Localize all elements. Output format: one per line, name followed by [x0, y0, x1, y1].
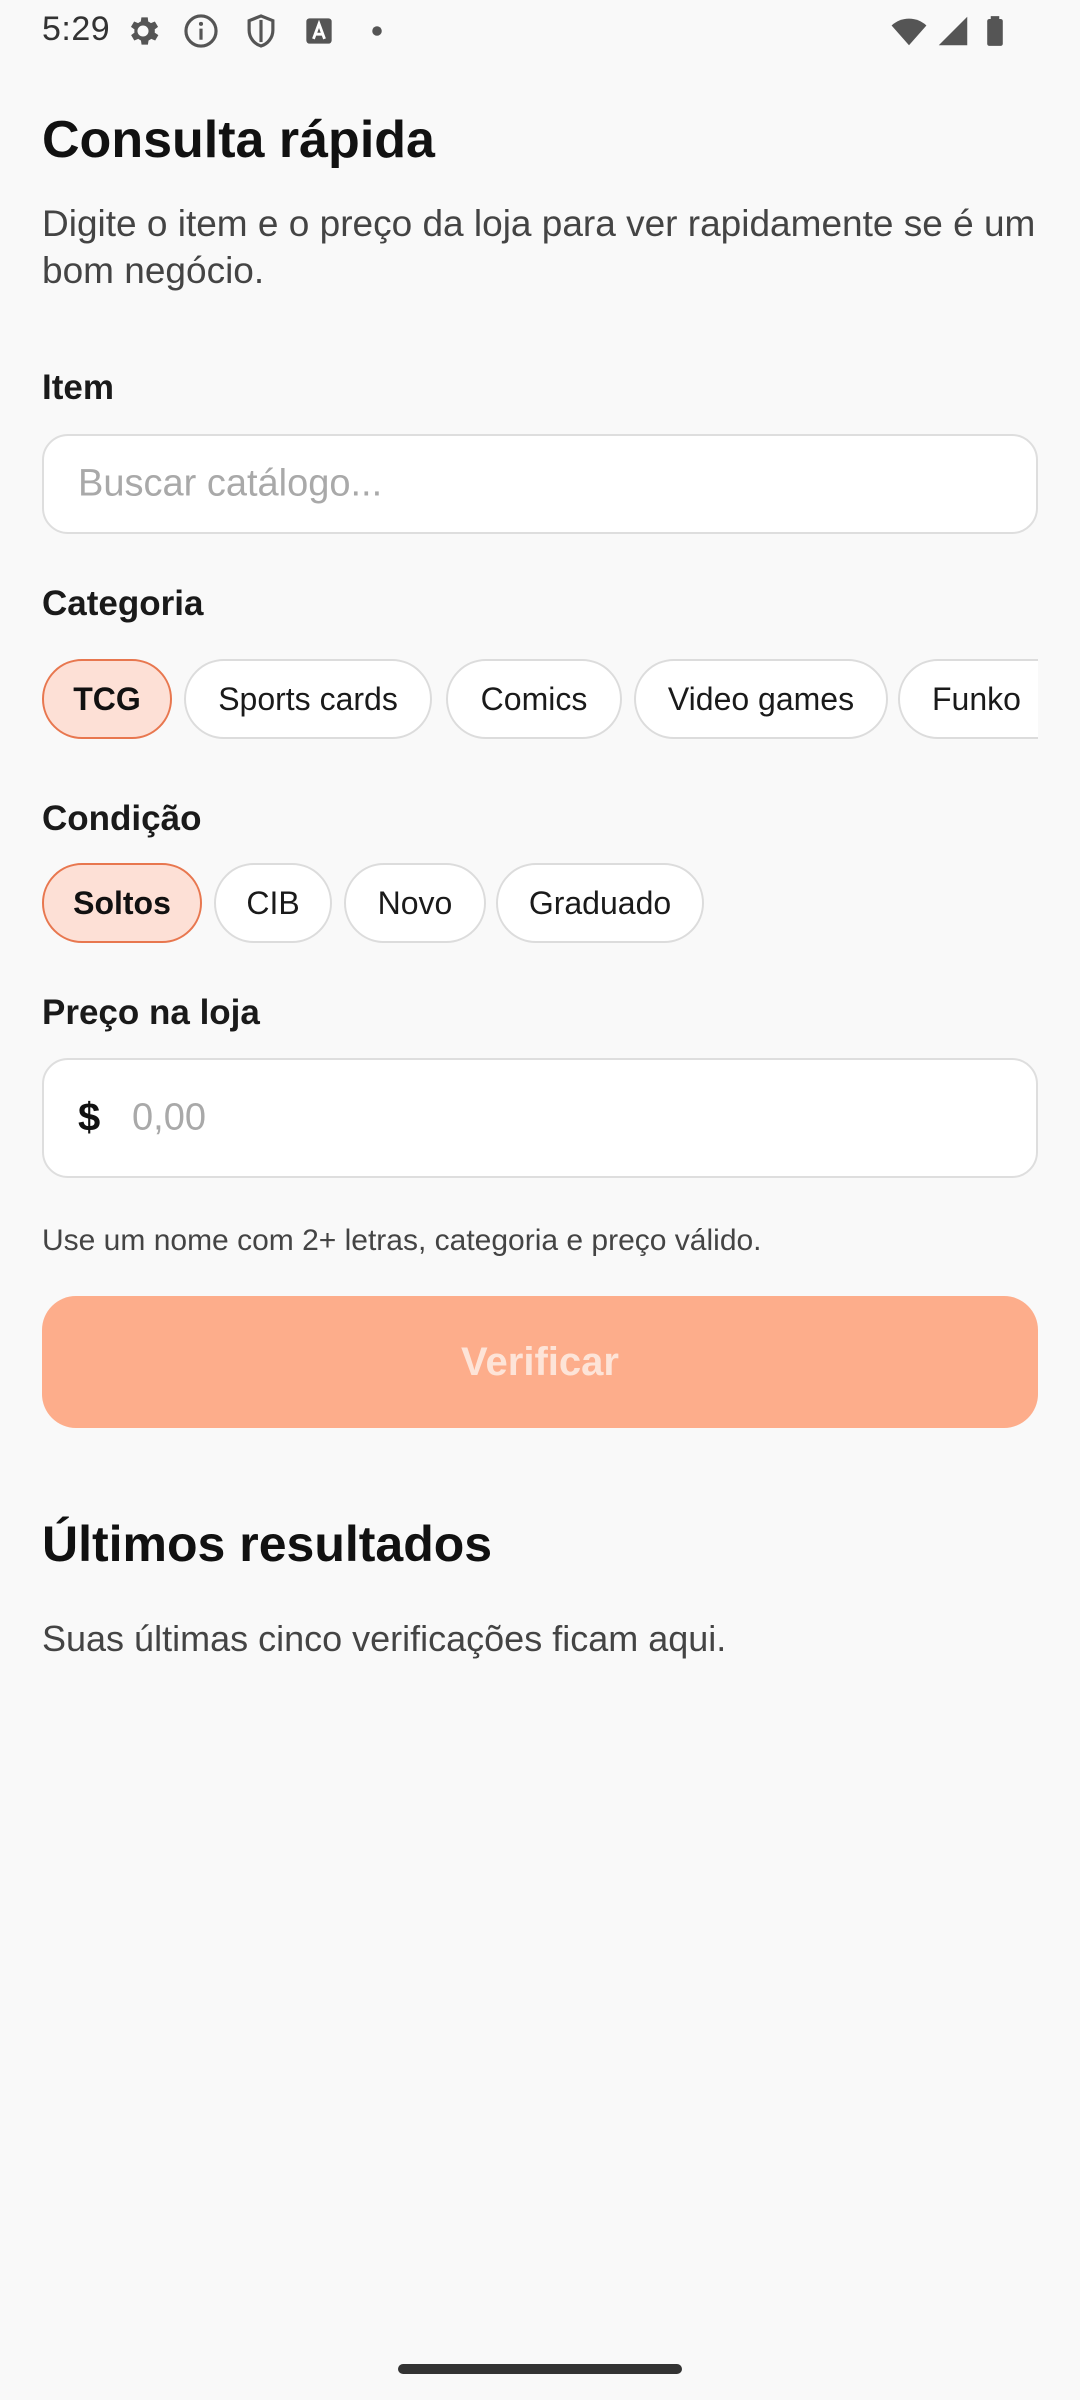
price-label: Preço na loja	[42, 993, 260, 1032]
page-subtitle: Digite o item e o preço da loja para ver…	[42, 203, 1036, 291]
chip-category-video-games[interactable]: Video games	[634, 659, 888, 739]
item-search-placeholder: Buscar catálogo...	[78, 462, 383, 505]
price-placeholder: 0,00	[132, 1096, 206, 1139]
text-a-icon	[300, 12, 338, 50]
dot-icon	[358, 12, 396, 50]
battery-icon	[978, 12, 1012, 50]
item-search-input[interactable]: Buscar catálogo...	[42, 434, 1038, 534]
chip-condition-soltos[interactable]: Soltos	[42, 863, 202, 943]
condition-chip-row: Soltos CIB Novo Graduado	[42, 863, 1038, 943]
chip-condition-graduado[interactable]: Graduado	[496, 863, 704, 943]
results-title: Últimos resultados	[42, 1516, 493, 1572]
price-input[interactable]: $ 0,00	[42, 1058, 1038, 1178]
category-label: Categoria	[42, 584, 204, 623]
info-icon	[182, 12, 220, 50]
shield-icon	[242, 12, 280, 50]
condition-label: Condição	[42, 799, 202, 838]
gear-icon	[124, 12, 162, 50]
chip-category-funko[interactable]: Funko	[898, 659, 1038, 739]
category-chip-row: TCG Sports cards Comics Video games Funk…	[42, 659, 1038, 739]
verify-button[interactable]: Verificar	[42, 1296, 1038, 1428]
status-bar: 5:29	[0, 0, 1080, 64]
chip-category-tcg[interactable]: TCG	[42, 659, 172, 739]
chip-condition-cib[interactable]: CIB	[214, 863, 332, 943]
signal-icon	[934, 12, 972, 50]
chip-category-comics[interactable]: Comics	[446, 659, 622, 739]
item-label: Item	[42, 368, 114, 407]
home-indicator[interactable]	[398, 2364, 682, 2374]
currency-symbol: $	[78, 1095, 101, 1140]
chip-condition-novo[interactable]: Novo	[344, 863, 486, 943]
results-empty-text: Suas últimas cinco verificações ficam aq…	[42, 1618, 727, 1659]
chip-category-sports-cards[interactable]: Sports cards	[184, 659, 432, 739]
validation-hint: Use um nome com 2+ letras, categoria e p…	[42, 1224, 762, 1257]
status-time: 5:29	[42, 10, 111, 48]
page-title: Consulta rápida	[42, 111, 435, 169]
wifi-icon	[888, 12, 930, 50]
